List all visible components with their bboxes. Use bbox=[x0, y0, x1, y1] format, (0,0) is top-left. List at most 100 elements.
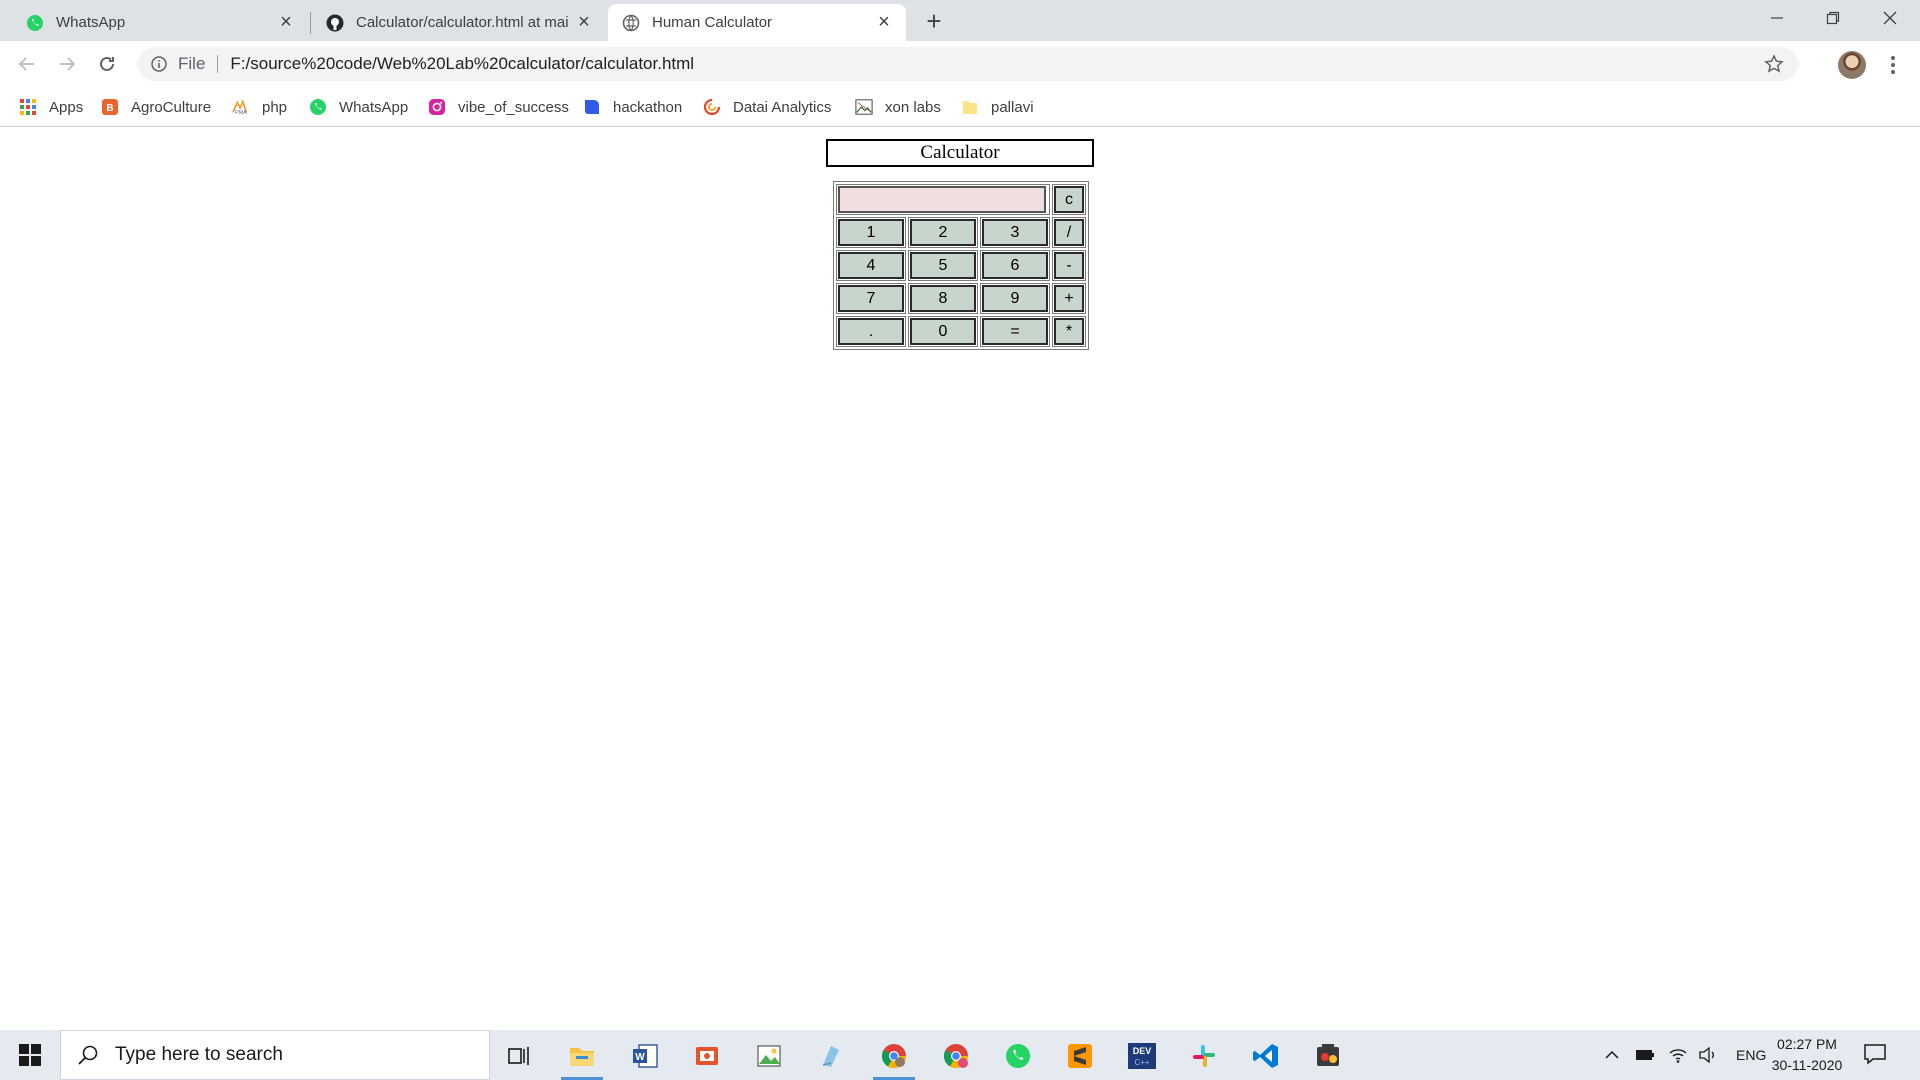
bookmark-blue-icon bbox=[583, 98, 601, 116]
reload-button[interactable] bbox=[92, 49, 122, 79]
calculator-display-row: c bbox=[836, 184, 1086, 215]
back-button[interactable] bbox=[12, 49, 42, 79]
bookmark-xon-labs[interactable]: xon labs bbox=[855, 95, 941, 119]
clear-cell: c bbox=[1052, 184, 1086, 215]
calculator-display[interactable] bbox=[838, 186, 1046, 213]
clear-button[interactable]: c bbox=[1054, 186, 1084, 213]
equals-button[interactable]: = bbox=[982, 318, 1048, 345]
keypad-row: . 0 = * bbox=[836, 316, 1086, 347]
slack-icon[interactable] bbox=[1179, 1035, 1229, 1077]
taskbar-search[interactable]: Type here to search bbox=[60, 1030, 490, 1080]
instagram-icon bbox=[428, 98, 446, 116]
word-icon[interactable]: W bbox=[620, 1035, 670, 1077]
sublime-text-icon[interactable] bbox=[1055, 1035, 1105, 1077]
bookmark-label: Apps bbox=[49, 98, 84, 116]
digit-5-button[interactable]: 5 bbox=[910, 252, 976, 279]
close-tab-icon[interactable]: × bbox=[874, 11, 894, 33]
agroculture-icon: B bbox=[101, 98, 119, 116]
url-text[interactable]: F:/source%20code/Web%20Lab%20calculator/… bbox=[230, 54, 694, 74]
restore-button[interactable] bbox=[1805, 0, 1861, 36]
close-tab-icon[interactable]: × bbox=[276, 11, 296, 33]
minimize-button[interactable] bbox=[1749, 0, 1805, 36]
chrome-profile-icon[interactable] bbox=[931, 1035, 981, 1077]
close-window-button[interactable] bbox=[1862, 0, 1918, 36]
new-tab-button[interactable]: + bbox=[920, 6, 948, 36]
start-button[interactable] bbox=[0, 1030, 60, 1080]
svg-text:DEV: DEV bbox=[1133, 1046, 1152, 1056]
volume-icon[interactable] bbox=[1694, 1047, 1722, 1063]
datai-icon bbox=[703, 98, 721, 116]
bookmark-label: pallavi bbox=[991, 98, 1034, 116]
chevron-up-icon[interactable] bbox=[1600, 1050, 1624, 1060]
bookmark-star-icon[interactable] bbox=[1764, 54, 1784, 74]
digit-3-button[interactable]: 3 bbox=[982, 219, 1048, 246]
tab-whatsapp[interactable]: WhatsApp × bbox=[12, 4, 308, 41]
bookmark-datai-analytics[interactable]: Datai Analytics bbox=[703, 95, 831, 119]
chrome-menu-icon[interactable] bbox=[1882, 51, 1904, 79]
folder-icon bbox=[961, 98, 979, 116]
system-tray: ENG bbox=[1600, 1030, 1766, 1080]
forward-button[interactable] bbox=[52, 49, 82, 79]
whatsapp-icon[interactable] bbox=[993, 1035, 1043, 1077]
subtract-button[interactable]: - bbox=[1054, 252, 1084, 279]
vscode-icon[interactable] bbox=[1241, 1035, 1291, 1077]
page-content: Calculator c 1 2 3 / 4 5 6 - 7 8 9 + . 0… bbox=[0, 128, 1920, 1030]
task-view-icon[interactable] bbox=[494, 1035, 544, 1077]
taskbar-clock[interactable]: 02:27 PM 30-11-2020 bbox=[1762, 1034, 1852, 1076]
notification-center-icon[interactable] bbox=[1862, 1041, 1890, 1069]
globe-icon bbox=[622, 14, 640, 32]
notes-icon[interactable] bbox=[806, 1035, 856, 1077]
search-placeholder: Type here to search bbox=[115, 1044, 283, 1065]
profile-avatar[interactable] bbox=[1838, 51, 1866, 79]
decimal-point-button[interactable]: . bbox=[838, 318, 904, 345]
info-icon[interactable] bbox=[150, 55, 168, 73]
bookmark-php[interactable]: PMA php bbox=[232, 95, 287, 119]
media-app-icon[interactable] bbox=[1303, 1035, 1353, 1077]
tab-human-calculator[interactable]: Human Calculator × bbox=[608, 4, 906, 41]
browser-toolbar: File F:/source%20code/Web%20Lab%20calcul… bbox=[0, 41, 1920, 87]
tab-title: Human Calculator bbox=[652, 14, 773, 31]
digit-6-button[interactable]: 6 bbox=[982, 252, 1048, 279]
keypad-row: 4 5 6 - bbox=[836, 250, 1086, 281]
digit-0-button[interactable]: 0 bbox=[910, 318, 976, 345]
bookmark-apps[interactable]: Apps bbox=[19, 95, 83, 119]
bookmark-label: xon labs bbox=[885, 98, 941, 116]
bookmark-hackathon[interactable]: hackathon bbox=[583, 95, 682, 119]
reload-icon bbox=[100, 56, 114, 71]
tab-github-calculator[interactable]: Calculator/calculator.html at mai × bbox=[312, 4, 606, 41]
keypad-row: 7 8 9 + bbox=[836, 283, 1086, 314]
divide-button[interactable]: / bbox=[1054, 219, 1084, 246]
file-explorer-icon[interactable] bbox=[557, 1035, 607, 1080]
digit-9-button[interactable]: 9 bbox=[982, 285, 1048, 312]
omnibox-divider bbox=[217, 55, 219, 73]
tab-strip: WhatsApp × Calculator/calculator.html at… bbox=[0, 0, 1920, 41]
digit-2-button[interactable]: 2 bbox=[910, 219, 976, 246]
address-bar[interactable]: File F:/source%20code/Web%20Lab%20calcul… bbox=[138, 47, 1798, 81]
svg-text:PMA: PMA bbox=[235, 110, 247, 116]
digit-8-button[interactable]: 8 bbox=[910, 285, 976, 312]
screen-recorder-icon[interactable] bbox=[682, 1035, 732, 1077]
bookmark-label: vibe_of_success bbox=[458, 98, 569, 116]
image-icon bbox=[855, 98, 873, 116]
bookmark-agroculture[interactable]: B AgroCulture bbox=[101, 95, 211, 119]
apps-grid-icon bbox=[19, 98, 37, 116]
battery-icon[interactable] bbox=[1630, 1049, 1660, 1061]
bookmark-whatsapp[interactable]: WhatsApp bbox=[309, 95, 408, 119]
calculator-table: c 1 2 3 / 4 5 6 - 7 8 9 + . 0 = * bbox=[833, 181, 1089, 350]
calculator-title: Calculator bbox=[826, 139, 1094, 167]
digit-4-button[interactable]: 4 bbox=[838, 252, 904, 279]
bookmark-vibe-of-success[interactable]: vibe_of_success bbox=[428, 95, 569, 119]
add-button[interactable]: + bbox=[1054, 285, 1084, 312]
digit-1-button[interactable]: 1 bbox=[838, 219, 904, 246]
bookmark-pallavi[interactable]: pallavi bbox=[961, 95, 1034, 119]
search-icon bbox=[78, 1045, 98, 1065]
wifi-icon[interactable] bbox=[1664, 1047, 1692, 1063]
multiply-button[interactable]: * bbox=[1054, 318, 1084, 345]
digit-7-button[interactable]: 7 bbox=[838, 285, 904, 312]
dev-cpp-icon[interactable]: DEV C++ bbox=[1117, 1035, 1167, 1077]
chrome-icon[interactable] bbox=[869, 1035, 919, 1080]
whatsapp-icon bbox=[26, 14, 44, 32]
windows-logo-icon bbox=[19, 1044, 41, 1066]
close-tab-icon[interactable]: × bbox=[574, 11, 594, 33]
image-viewer-icon[interactable] bbox=[744, 1035, 794, 1077]
